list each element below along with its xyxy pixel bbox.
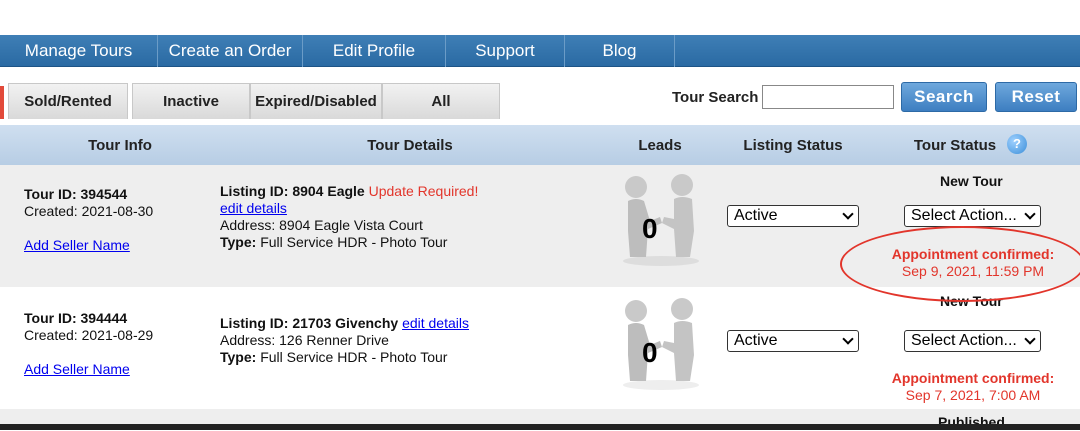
leads-handshake-icon: 0 [616,295,706,391]
leads-handshake-icon: 0 [616,171,706,267]
filter-bar: Sold/Rented Inactive Expired/Disabled Al… [0,67,1080,125]
edit-details-link[interactable]: edit details [220,200,287,217]
nav-create-order[interactable]: Create an Order [158,35,303,67]
tour-type: Type: Full Service HDR - Photo Tour [220,349,447,366]
type-label: Type: [220,349,257,365]
address: Address: 8904 Eagle Vista Court [220,217,423,233]
listing-status-select[interactable]: Active [727,205,859,227]
type-value: Full Service HDR - Photo Tour [260,234,448,250]
leads-count: 0 [642,213,658,244]
listing-id: Listing ID: 8904 Eagle [220,183,365,199]
action-select-value: Select Action... [911,332,1017,349]
main-nav: Manage Tours Create an Order Edit Profil… [0,35,1080,67]
tab-edge-marker [0,86,4,119]
search-button[interactable]: Search [901,82,987,112]
table-row: Tour ID: 394444 Created: 2021-08-29 Add … [0,289,1080,409]
chevron-down-icon [842,333,854,345]
type-label: Type: [220,234,257,250]
chevron-down-icon [1024,208,1036,220]
action-select[interactable]: Select Action... [904,330,1041,352]
chevron-down-icon [1024,333,1036,345]
add-seller-link[interactable]: Add Seller Name [24,237,130,254]
action-select[interactable]: Select Action... [904,205,1041,227]
nav-blog[interactable]: Blog [565,35,675,67]
listing-status-select[interactable]: Active [727,330,859,352]
header-tour-info: Tour Info [88,137,152,154]
tab-expired-disabled[interactable]: Expired/Disabled [250,83,382,119]
tour-search-label: Tour Search [672,89,759,106]
leads-count: 0 [642,337,658,368]
action-select-value: Select Action... [911,207,1017,224]
edit-details-link[interactable]: edit details [402,315,469,331]
nav-support[interactable]: Support [446,35,565,67]
nav-edit-profile[interactable]: Edit Profile [303,35,446,67]
chevron-down-icon [842,208,854,220]
header-leads: Leads [638,137,682,154]
tour-type: Type: Full Service HDR - Photo Tour [220,234,447,251]
tab-all[interactable]: All [382,83,500,119]
table-header: Tour Info Tour Details Leads Listing Sta… [0,125,1080,165]
type-value: Full Service HDR - Photo Tour [260,349,448,365]
listing-status-value: Active [734,207,778,224]
address: Address: 126 Renner Drive [220,332,389,348]
listing-id: Listing ID: 21703 Givenchy [220,315,399,331]
highlight-circle-annotation [840,226,1080,302]
tour-id: Tour ID: 394444 [24,310,128,326]
header-listing-status: Listing Status [743,137,843,154]
header-tour-details: Tour Details [367,137,453,154]
bottom-edge-bar [0,424,1080,430]
tour-search-input[interactable] [762,85,894,109]
appointment-time: Sep 7, 2021, 7:00 AM [905,387,1041,403]
tour-status: New Tour [940,173,1003,189]
created-date: Created: 2021-08-29 [24,327,154,343]
reset-button[interactable]: Reset [995,82,1077,112]
add-seller-link[interactable]: Add Seller Name [24,361,130,378]
created-date: Created: 2021-08-30 [24,203,154,219]
tab-sold-rented[interactable]: Sold/Rented [8,83,128,119]
listing-line: Listing ID: 8904 Eagle Update Required! [220,183,478,200]
update-required-warning: Update Required! [368,183,479,199]
top-blank-bar [0,0,1080,35]
help-icon[interactable]: ? [1007,134,1027,154]
nav-manage-tours[interactable]: Manage Tours [0,35,158,67]
tab-inactive[interactable]: Inactive [132,83,250,119]
listing-status-value: Active [734,332,778,349]
header-tour-status: Tour Status [913,137,997,154]
appointment-info: Appointment confirmed: Sep 7, 2021, 7:00… [880,370,1066,404]
listing-line: Listing ID: 21703 Givenchy edit details [220,315,469,332]
appointment-title: Appointment confirmed: [891,370,1055,386]
tour-id: Tour ID: 394544 [24,186,128,202]
